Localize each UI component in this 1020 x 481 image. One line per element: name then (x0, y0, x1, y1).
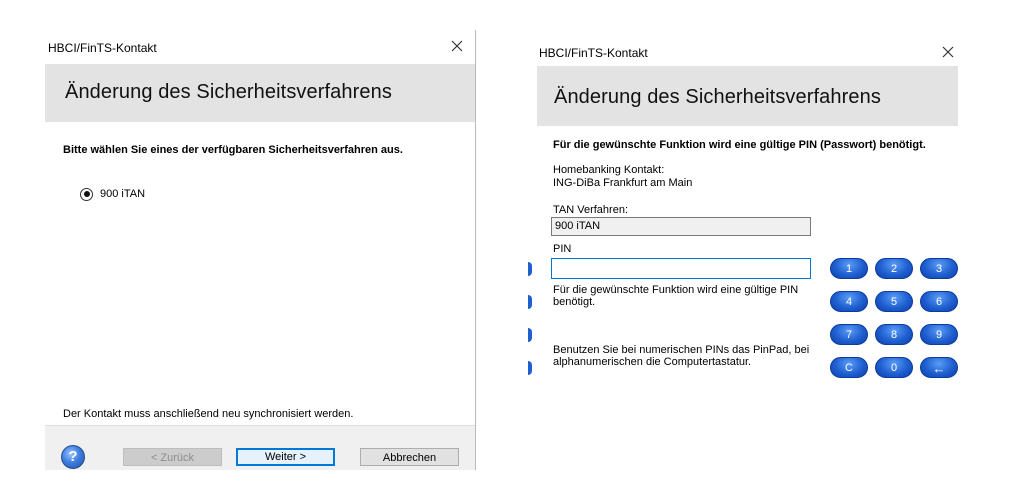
pinpad-key-2[interactable]: 2 (875, 258, 913, 279)
pin-label: PIN (553, 243, 572, 255)
close-icon[interactable] (449, 38, 465, 54)
header-banner: Änderung des Sicherheitsverfahrens (537, 66, 958, 126)
pinpad-backspace-icon[interactable]: ← (920, 357, 958, 378)
pinpad-key-8[interactable]: 8 (875, 324, 913, 345)
pinpad-key-0[interactable]: 0 (875, 357, 913, 378)
contact-value: ING-DiBa Frankfurt am Main (553, 177, 693, 189)
page-title: Änderung des Sicherheitsverfahrens (65, 81, 392, 103)
tan-method-field: 900 iTAN (551, 217, 811, 236)
pinpad-hint-line2: alphanumerischen die Computertastatur. (553, 356, 752, 368)
pin-hint-line2: benötigt. (553, 296, 596, 308)
instruction-text: Für die gewünschte Funktion wird eine gü… (553, 139, 926, 151)
title-bar: HBCI/FinTS-Kontakt (35, 30, 475, 64)
sync-note: Der Kontakt muss anschließend neu synchr… (63, 408, 354, 420)
radio-option-900-itan[interactable]: 900 iTAN (80, 186, 145, 202)
pinpad-key-3[interactable]: 3 (920, 258, 958, 279)
help-button[interactable]: ? (61, 445, 85, 469)
instruction-text: Bitte wählen Sie eines der verfügbaren S… (63, 144, 403, 156)
pinpad-key-9[interactable]: 9 (920, 324, 958, 345)
cancel-button[interactable]: Abbrechen (360, 448, 459, 466)
clipped-key-edge (528, 328, 532, 342)
pinpad-key-1[interactable]: 1 (830, 258, 868, 279)
pinpad-key-clear[interactable]: C (830, 357, 868, 378)
title-bar: HBCI/FinTS-Kontakt (528, 34, 958, 68)
contact-label: Homebanking Kontakt: (553, 164, 665, 176)
tan-method-label: TAN Verfahren: (553, 204, 628, 216)
clipped-key-edge (528, 361, 532, 375)
radio-selected-icon[interactable] (80, 187, 93, 201)
security-method-dialog: HBCI/FinTS-Kontakt Änderung des Sicherhe… (35, 30, 476, 470)
pinpad-key-4[interactable]: 4 (830, 291, 868, 312)
pinpad-key-6[interactable]: 6 (920, 291, 958, 312)
clipped-key-edge (528, 262, 532, 276)
window-title: HBCI/FinTS-Kontakt (48, 41, 157, 55)
header-banner: Änderung des Sicherheitsverfahrens (45, 64, 475, 122)
radio-option-label: 900 iTAN (100, 188, 146, 200)
pin-entry-dialog: HBCI/FinTS-Kontakt Änderung des Sicherhe… (528, 34, 958, 430)
pinpad-key-7[interactable]: 7 (830, 324, 868, 345)
close-icon[interactable] (940, 44, 956, 60)
page-title: Änderung des Sicherheitsverfahrens (554, 86, 881, 108)
pinpad-key-5[interactable]: 5 (875, 291, 913, 312)
pin-input[interactable] (551, 258, 811, 279)
button-footer: ? < Zurück Weiter > Abbrechen (45, 425, 475, 470)
clipped-key-edge (528, 295, 532, 309)
next-button[interactable]: Weiter > (236, 448, 335, 466)
back-button[interactable]: < Zurück (123, 448, 222, 466)
window-title: HBCI/FinTS-Kontakt (539, 46, 648, 60)
